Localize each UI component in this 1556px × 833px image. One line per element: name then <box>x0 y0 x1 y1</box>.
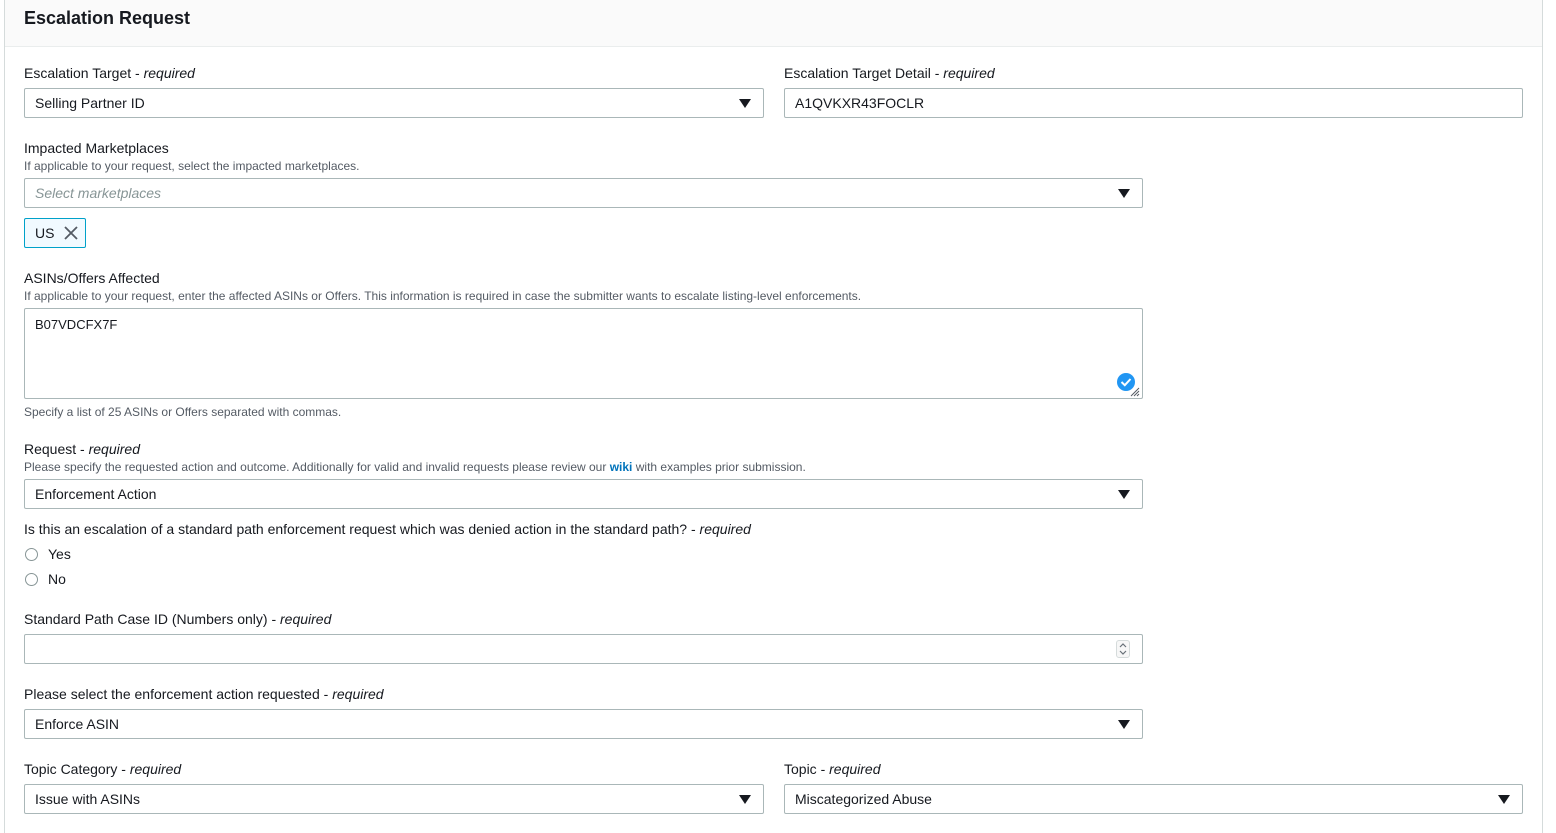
topic-category-select[interactable]: Issue with ASINs <box>24 784 764 814</box>
radio-no[interactable] <box>25 573 38 586</box>
topic-label: Topic - required <box>784 761 881 777</box>
standard-path-question-label: Is this an escalation of a standard path… <box>24 521 751 537</box>
request-label: Request - required <box>24 441 140 457</box>
asins-hint: Specify a list of 25 ASINs or Offers sep… <box>24 405 342 419</box>
escalation-target-detail-value: A1QVKXR43FOCLR <box>795 95 925 111</box>
impacted-marketplaces-label: Impacted Marketplaces <box>24 140 169 156</box>
caret-down-icon <box>739 99 751 108</box>
topic-category-value: Issue with ASINs <box>35 791 141 807</box>
number-stepper[interactable] <box>1116 640 1130 658</box>
radio-no-label[interactable]: No <box>48 571 66 587</box>
asins-textarea[interactable]: B07VDCFX7F <box>24 308 1143 399</box>
caret-down-icon <box>1118 720 1130 729</box>
escalation-target-detail-label: Escalation Target Detail - required <box>784 65 995 81</box>
resize-handle-icon[interactable] <box>1128 385 1140 397</box>
impacted-marketplaces-description: If applicable to your request, select th… <box>24 159 360 173</box>
radio-yes-label[interactable]: Yes <box>48 546 71 562</box>
marketplace-token-us: US <box>24 218 86 248</box>
marketplaces-placeholder: Select marketplaces <box>35 185 162 201</box>
escalation-target-select[interactable]: Selling Partner ID <box>24 88 764 118</box>
panel-header: Escalation Request <box>5 0 1542 47</box>
enforcement-action-value: Enforce ASIN <box>35 716 120 732</box>
escalation-target-value: Selling Partner ID <box>35 95 145 111</box>
radio-yes[interactable] <box>25 548 38 561</box>
request-value: Enforcement Action <box>35 486 157 502</box>
caret-down-icon <box>1498 795 1510 804</box>
case-id-number-input[interactable] <box>24 634 1143 664</box>
caret-down-icon <box>1118 490 1130 499</box>
request-select[interactable]: Enforcement Action <box>24 479 1143 509</box>
caret-down-icon <box>739 795 751 804</box>
topic-select[interactable]: Miscategorized Abuse <box>784 784 1523 814</box>
wiki-link[interactable]: wiki <box>610 460 633 474</box>
asins-label: ASINs/Offers Affected <box>24 270 160 286</box>
caret-down-icon <box>1118 189 1130 198</box>
topic-value: Miscategorized Abuse <box>795 791 932 807</box>
escalation-target-detail-input[interactable]: A1QVKXR43FOCLR <box>784 88 1523 118</box>
enforcement-action-select[interactable]: Enforce ASIN <box>24 709 1143 739</box>
topic-category-label: Topic Category - required <box>24 761 182 777</box>
asins-description: If applicable to your request, enter the… <box>24 289 862 303</box>
token-label: US <box>35 225 55 241</box>
close-icon[interactable] <box>64 226 78 240</box>
case-id-label: Standard Path Case ID (Numbers only) - r… <box>24 611 332 627</box>
asins-value: B07VDCFX7F <box>35 317 118 332</box>
escalation-target-label: Escalation Target - required <box>24 65 195 81</box>
enforcement-action-label: Please select the enforcement action req… <box>24 686 384 702</box>
marketplaces-multiselect[interactable]: Select marketplaces <box>24 178 1143 208</box>
request-description: Please specify the requested action and … <box>24 460 806 474</box>
stepper-arrows-icon <box>1119 643 1127 655</box>
panel-title: Escalation Request <box>24 8 191 28</box>
